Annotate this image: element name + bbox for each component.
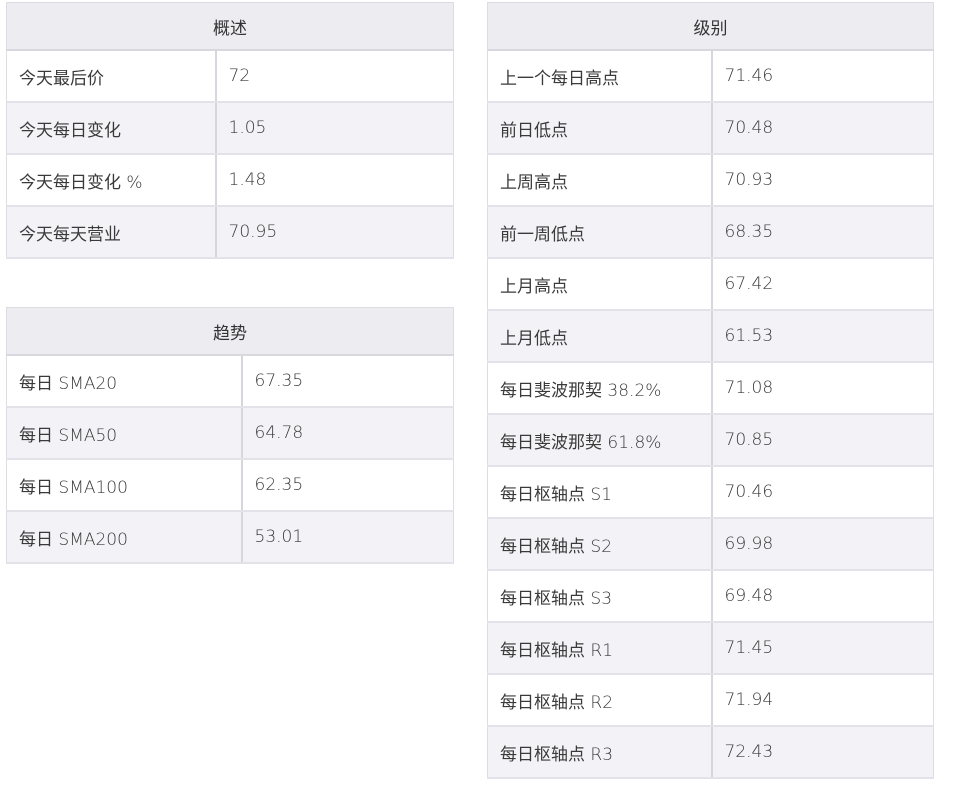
row-value: 62.35: [241, 458, 454, 512]
row-label: 上一个每日高点: [487, 49, 713, 103]
row-value: 70.93: [711, 153, 934, 207]
row-label: 前一周低点: [487, 205, 713, 259]
trend-table-title: 趋势: [6, 307, 454, 356]
table-row: 上周高点 70.93: [487, 153, 934, 207]
row-label: 每日枢轴点 R2: [487, 673, 713, 727]
table-row: 今天每日变化 % 1.48: [6, 153, 454, 207]
row-label: 上周高点: [487, 153, 713, 207]
trend-table: 趋势 每日 SMA20 67.35 每日 SMA50 64.78 每日 SMA1…: [6, 307, 454, 564]
table-row: 上一个每日高点 71.46: [487, 49, 934, 103]
row-value: 71.46: [711, 49, 934, 103]
row-label: 前日低点: [487, 101, 713, 155]
overview-table-title: 概述: [6, 2, 454, 51]
row-label: 上月低点: [487, 309, 713, 363]
row-label: 每日枢轴点 S3: [487, 569, 713, 623]
row-label: 每日枢轴点 S1: [487, 465, 713, 519]
row-label: 每日 SMA200: [6, 510, 243, 564]
row-value: 1.48: [215, 153, 454, 207]
row-value: 64.78: [241, 406, 454, 460]
row-value: 61.53: [711, 309, 934, 363]
table-row: 每日斐波那契 61.8% 70.85: [487, 413, 934, 467]
row-value: 70.48: [711, 101, 934, 155]
table-row: 每日 SMA50 64.78: [6, 406, 454, 460]
row-label: 今天最后价: [6, 49, 217, 103]
row-label: 每日 SMA20: [6, 354, 243, 408]
row-value: 70.46: [711, 465, 934, 519]
table-row: 每日 SMA20 67.35: [6, 354, 454, 408]
row-value: 67.35: [241, 354, 454, 408]
row-value: 71.08: [711, 361, 934, 415]
table-row: 上月高点 67.42: [487, 257, 934, 311]
row-label: 每日枢轴点 R1: [487, 621, 713, 675]
levels-table-title: 级别: [487, 2, 934, 51]
row-label: 每日斐波那契 61.8%: [487, 413, 713, 467]
table-row: 前日低点 70.48: [487, 101, 934, 155]
row-value: 72.43: [711, 725, 934, 779]
row-label: 每日 SMA50: [6, 406, 243, 460]
table-row: 每日枢轴点 R2 71.94: [487, 673, 934, 727]
table-row: 今天最后价 72: [6, 49, 454, 103]
row-value: 71.94: [711, 673, 934, 727]
row-label: 今天每日变化 %: [6, 153, 217, 207]
table-row: 今天每天营业 70.95: [6, 205, 454, 259]
table-row: 每日斐波那契 38.2% 71.08: [487, 361, 934, 415]
row-value: 72: [215, 49, 454, 103]
table-row: 前一周低点 68.35: [487, 205, 934, 259]
row-label: 每日枢轴点 S2: [487, 517, 713, 571]
row-label: 今天每天营业: [6, 205, 217, 259]
row-value: 67.42: [711, 257, 934, 311]
row-value: 70.95: [215, 205, 454, 259]
table-row: 今天每日变化 1.05: [6, 101, 454, 155]
row-value: 1.05: [215, 101, 454, 155]
table-row: 每日枢轴点 S3 69.48: [487, 569, 934, 623]
row-value: 69.98: [711, 517, 934, 571]
table-row: 每日枢轴点 R3 72.43: [487, 725, 934, 779]
table-row: 每日 SMA200 53.01: [6, 510, 454, 564]
row-label: 每日斐波那契 38.2%: [487, 361, 713, 415]
row-label: 每日 SMA100: [6, 458, 243, 512]
row-label: 上月高点: [487, 257, 713, 311]
table-row: 每日枢轴点 S1 70.46: [487, 465, 934, 519]
overview-table: 概述 今天最后价 72 今天每日变化 1.05 今天每日变化 % 1.48 今天…: [6, 2, 454, 259]
table-row: 每日枢轴点 R1 71.45: [487, 621, 934, 675]
row-value: 70.85: [711, 413, 934, 467]
row-value: 71.45: [711, 621, 934, 675]
row-label: 每日枢轴点 R3: [487, 725, 713, 779]
row-label: 今天每日变化: [6, 101, 217, 155]
table-row: 每日 SMA100 62.35: [6, 458, 454, 512]
row-value: 69.48: [711, 569, 934, 623]
row-value: 68.35: [711, 205, 934, 259]
row-value: 53.01: [241, 510, 454, 564]
levels-table: 级别 上一个每日高点 71.46 前日低点 70.48 上周高点 70.93 前…: [487, 2, 934, 779]
table-row: 每日枢轴点 S2 69.98: [487, 517, 934, 571]
table-row: 上月低点 61.53: [487, 309, 934, 363]
